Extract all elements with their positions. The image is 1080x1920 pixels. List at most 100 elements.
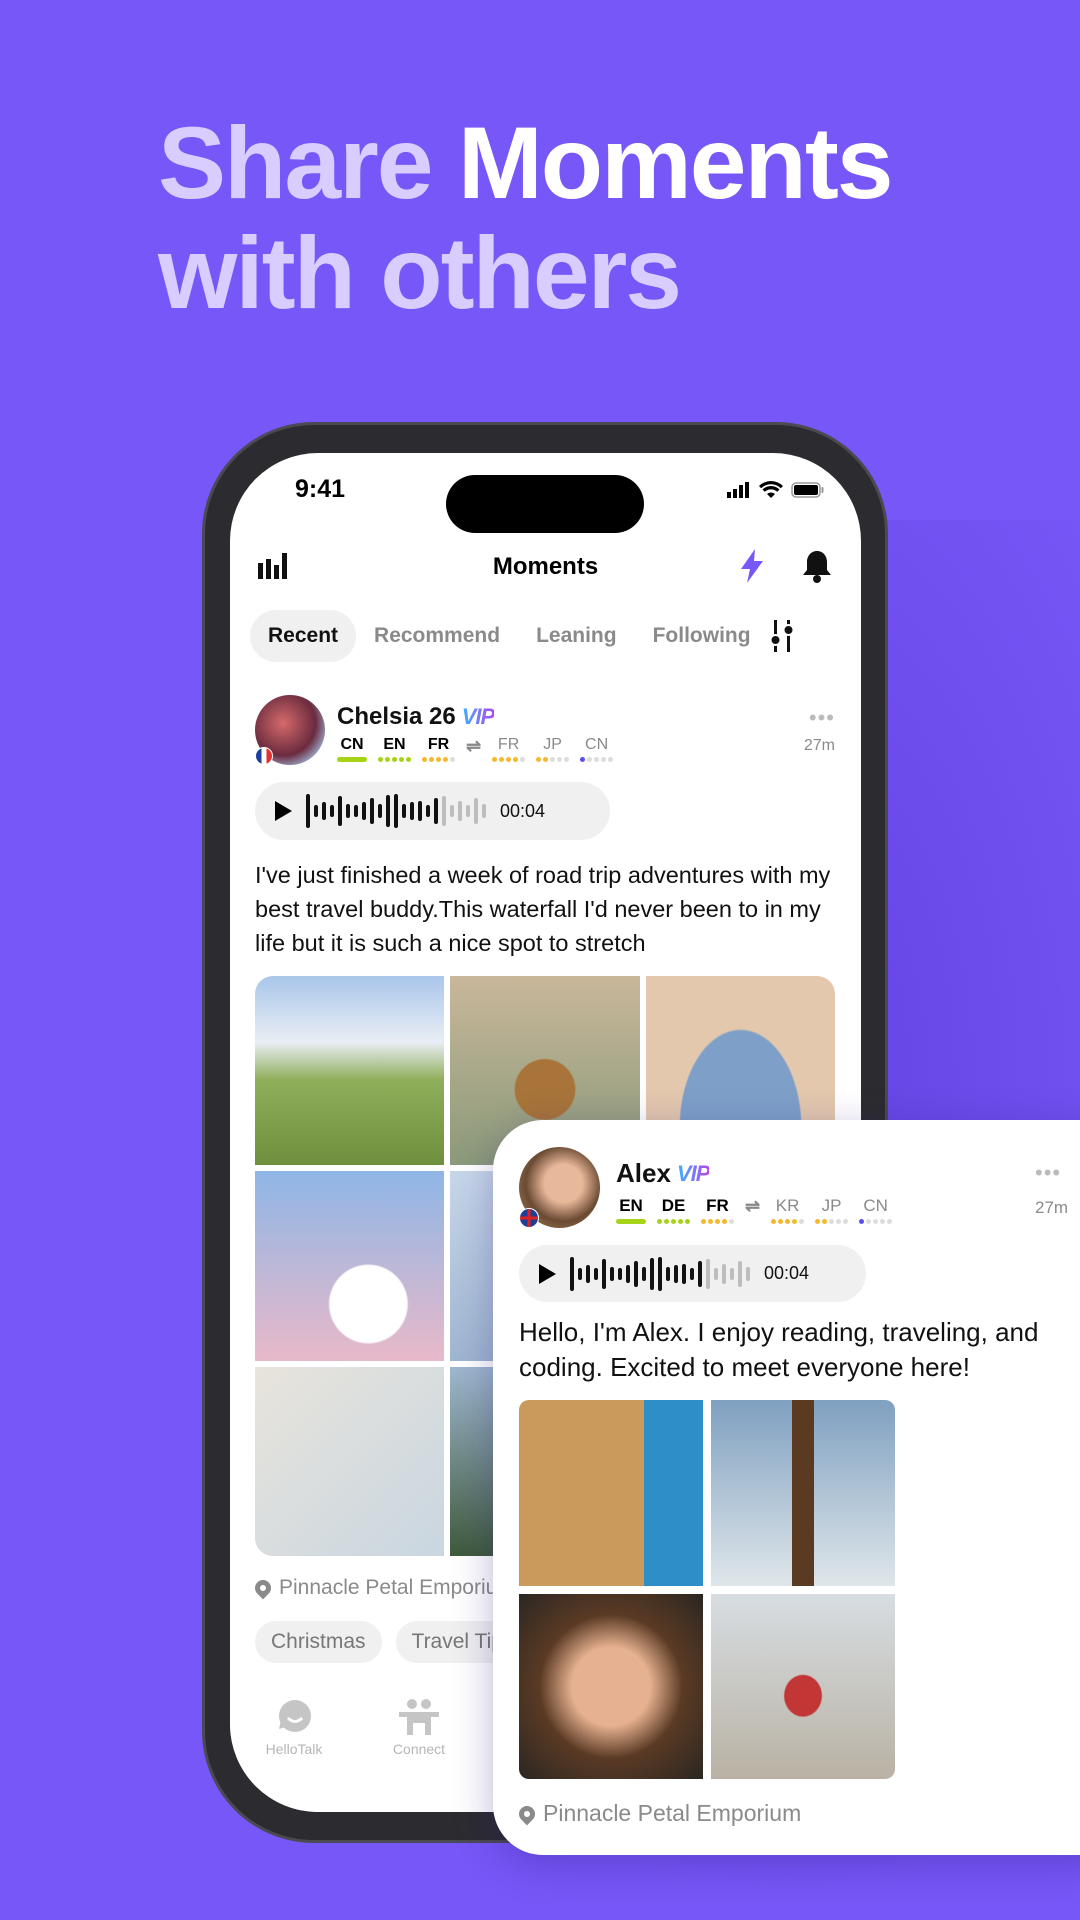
tab-bar: Recent Recommend Leaning Following (250, 610, 795, 662)
waveform-bar (482, 804, 486, 818)
wifi-icon (759, 481, 783, 498)
tab-following[interactable]: Following (635, 610, 769, 662)
waveform-bar (330, 805, 334, 817)
play-icon[interactable] (275, 801, 292, 821)
photo-meadow[interactable] (255, 976, 445, 1166)
more-icon[interactable]: ••• (1035, 1160, 1061, 1186)
waveform-bar (610, 1266, 614, 1281)
post-tags: Christmas Travel Tips (255, 1621, 530, 1663)
language-jp: JP (815, 1196, 849, 1224)
location-text: Pinnacle Petal Emporium (279, 1576, 515, 1599)
vip-badge: VIP (676, 1160, 710, 1186)
waveform-bar (682, 1263, 686, 1284)
photo-eiffel-tower[interactable] (711, 1400, 895, 1586)
nav-label: Connect (392, 1741, 446, 1757)
waveform-bar (322, 802, 326, 820)
page-title: Moments (492, 553, 599, 580)
battery-icon (791, 481, 824, 498)
signal-icon (727, 481, 749, 498)
language-jp: JP (536, 736, 570, 762)
waveform-bar (690, 1267, 694, 1280)
swap-icon: ⇌ (745, 1196, 761, 1216)
alex-avatar[interactable] (519, 1147, 600, 1228)
waveform-bar (634, 1260, 638, 1287)
waveform (570, 1256, 750, 1291)
waveform-bar (658, 1256, 662, 1291)
waveform-bar (378, 804, 382, 818)
voice-player[interactable]: 00:04 (255, 782, 610, 840)
language-code: CN (863, 1196, 888, 1215)
photo-dog-blossoms[interactable] (255, 1171, 445, 1361)
bell-icon[interactable] (802, 549, 832, 583)
waveform-bar (410, 802, 414, 820)
waveform-bar (338, 796, 342, 826)
france-flag-icon (255, 747, 273, 765)
language-fr: FR (422, 736, 455, 762)
audio-duration: 00:04 (764, 1263, 810, 1283)
headline-share: Share (158, 106, 433, 220)
nav-label: HelloTalk (265, 1741, 323, 1757)
waveform-bar (306, 794, 310, 828)
language-code: KR (775, 1196, 800, 1215)
lightning-icon[interactable] (739, 549, 765, 583)
tab-recommend[interactable]: Recommend (356, 610, 518, 662)
photo-metro-sign[interactable] (711, 1593, 895, 1779)
photo-sketchbook[interactable] (255, 1366, 445, 1556)
audio-duration: 00:04 (500, 800, 546, 821)
waveform-bar (586, 1264, 590, 1283)
waveform-bar (602, 1258, 606, 1289)
post-author[interactable]: Chelsia 26 VIP (337, 703, 495, 731)
waveform-bar (426, 805, 430, 817)
voice-player[interactable]: 00:04 (519, 1245, 866, 1302)
more-icon[interactable]: ••• (809, 705, 835, 731)
filter-icon[interactable] (769, 620, 795, 652)
waveform-bar (362, 802, 366, 820)
headline-moments: Moments (457, 106, 894, 220)
tab-recent[interactable]: Recent (250, 610, 357, 662)
language-fr: FR (492, 736, 526, 762)
nav-connect[interactable]: Connect (379, 1699, 459, 1757)
waveform-bar (714, 1267, 718, 1280)
post-location[interactable]: Pinnacle Petal Emporium (251, 1576, 515, 1600)
post-avatar[interactable] (255, 695, 325, 765)
card-text: Hello, I'm Alex. I enjoy reading, travel… (519, 1317, 1039, 1382)
waveform-bar (418, 801, 422, 821)
language-level (337, 757, 367, 762)
swap-icon: ⇌ (466, 736, 482, 756)
card-author[interactable]: Alex VIP (616, 1158, 710, 1189)
waveform-bar (434, 798, 438, 824)
alex-post-card[interactable]: Alex VIP EN DE FR ⇌ KR JP CN ••• 27m 00:04 Hell… (493, 1120, 1080, 1855)
waveform-bar (466, 805, 470, 817)
language-level (536, 757, 570, 762)
language-code: FR (706, 1196, 729, 1215)
waveform-bar (394, 794, 398, 828)
post-languages: CN EN FR ⇌ FR JP CN (337, 736, 614, 762)
nav-hellotalk[interactable]: HelloTalk (254, 1699, 334, 1757)
waveform-bar (594, 1267, 598, 1280)
waveform-bar (402, 804, 406, 818)
language-level (492, 757, 526, 762)
waveform (306, 794, 486, 828)
photo-arc-de-triomphe[interactable] (519, 1400, 703, 1586)
waveform-bar (458, 801, 462, 821)
photo-smiling-woman[interactable] (519, 1593, 703, 1779)
language-level (859, 1219, 893, 1224)
play-icon[interactable] (539, 1263, 556, 1284)
language-cn: CN (859, 1196, 893, 1224)
headline: Share Moments with others (158, 106, 894, 328)
waveform-bar (674, 1264, 678, 1283)
waveform-bar (738, 1260, 742, 1287)
language-code: CN (340, 736, 364, 753)
tab-leaning[interactable]: Leaning (518, 610, 635, 662)
waveform-bar (442, 796, 446, 826)
language-level (580, 757, 614, 762)
card-location[interactable]: Pinnacle Petal Emporium (515, 1800, 802, 1827)
language-kr: KR (771, 1196, 805, 1224)
waveform-bar (650, 1257, 654, 1290)
location-text: Pinnacle Petal Emporium (543, 1800, 802, 1826)
tag[interactable]: Christmas (255, 1621, 382, 1663)
waveform-bar (570, 1256, 574, 1291)
language-level (815, 1219, 849, 1224)
language-code: EN (383, 736, 406, 753)
waveform-bar (346, 804, 350, 818)
